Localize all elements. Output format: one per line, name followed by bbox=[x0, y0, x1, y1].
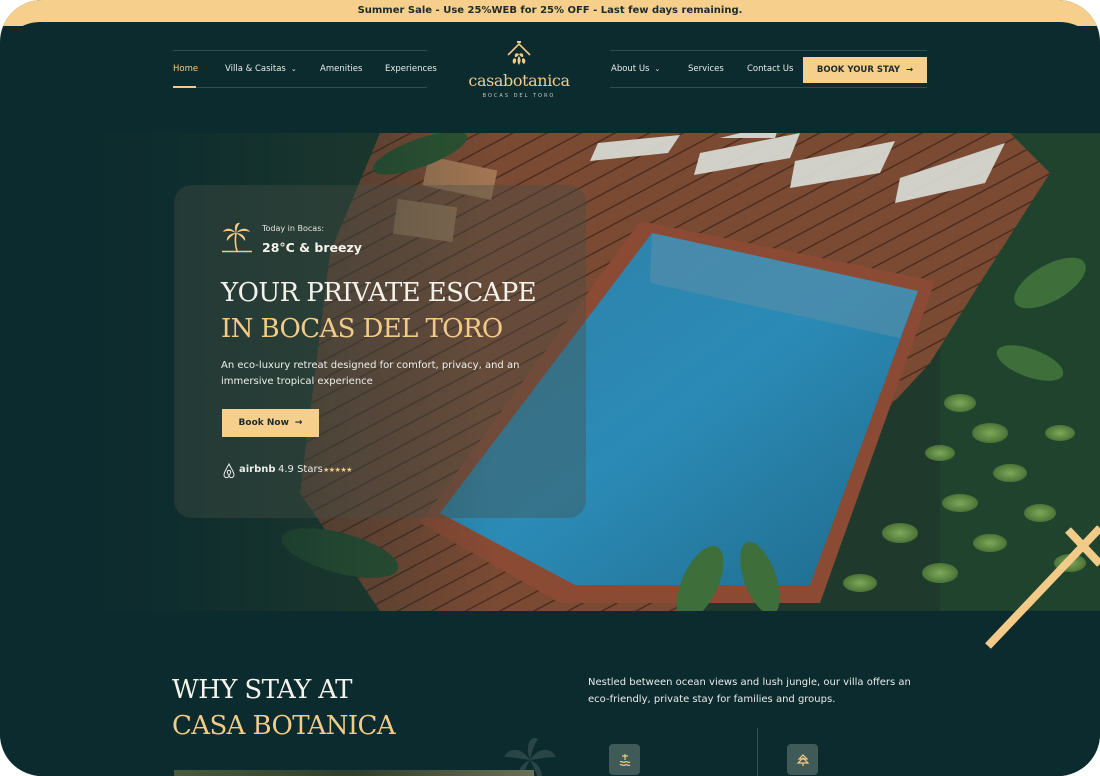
nav-about-us[interactable]: About Us ⌄ bbox=[611, 64, 660, 74]
nav-home-label: Home bbox=[173, 64, 199, 74]
site-logo[interactable]: casabotanica BOCAS DEL TORO bbox=[466, 40, 572, 100]
palm-tree-icon bbox=[222, 222, 252, 253]
page: Summer Sale - Use 25%WEB for 25% OFF - L… bbox=[0, 0, 1100, 776]
nav-amenities[interactable]: Amenities bbox=[320, 64, 362, 74]
logo-wordmark: casabotanica bbox=[468, 71, 570, 90]
logo-tagline: BOCAS DEL TORO bbox=[482, 93, 556, 99]
chevron-down-icon: ⌄ bbox=[290, 65, 297, 73]
why-title-line1: WHY STAY AT bbox=[172, 675, 352, 705]
arrow-right-icon: → bbox=[906, 65, 914, 75]
nav-active-indicator bbox=[173, 86, 196, 88]
house-leaf-logo-icon bbox=[507, 41, 531, 65]
weather-label: Today in Bocas: bbox=[262, 224, 325, 233]
nav-experiences-label: Experiences bbox=[385, 64, 437, 74]
nav-experiences[interactable]: Experiences bbox=[385, 64, 437, 74]
waves-icon bbox=[619, 753, 630, 766]
book-now-label: Book Now bbox=[238, 418, 289, 428]
airbnb-wordmark: airbnb bbox=[239, 464, 276, 475]
nav-home[interactable]: Home bbox=[173, 64, 198, 74]
book-your-stay-label: BOOK YOUR STAY bbox=[816, 65, 900, 75]
nav-villa-casitas[interactable]: Villa & Casitas ⌄ bbox=[225, 64, 297, 74]
hero-description: An eco-luxury retreat designed for comfo… bbox=[221, 360, 520, 387]
nav-services-label: Services bbox=[688, 64, 724, 74]
chevron-down-icon: ⌄ bbox=[654, 65, 661, 73]
nav-divider-bottom-left bbox=[173, 87, 427, 88]
hero-title-line2: IN BOCAS DEL TORO bbox=[221, 314, 503, 344]
tree-icon bbox=[796, 753, 809, 766]
nav-contact-us-label: Contact Us bbox=[747, 64, 794, 74]
hero-title-line1: YOUR PRIVATE ESCAPE bbox=[221, 278, 537, 308]
nav-amenities-label: Amenities bbox=[320, 64, 363, 74]
nav-divider-top-left bbox=[173, 50, 427, 51]
book-now-button[interactable]: Book Now → bbox=[222, 409, 319, 437]
why-description: Nestled between ocean views and lush jun… bbox=[588, 677, 911, 705]
weather-value: 28°C & breezy bbox=[262, 240, 362, 255]
arrow-right-icon: → bbox=[294, 418, 303, 428]
nav-divider-top-right bbox=[610, 50, 927, 51]
feature-icon bbox=[609, 744, 640, 775]
nav-about-us-label: About Us bbox=[611, 64, 650, 74]
rating-text: 4.9 Stars bbox=[278, 464, 323, 475]
feature-divider bbox=[757, 728, 758, 776]
nav-contact-us[interactable]: Contact Us bbox=[747, 64, 793, 74]
nav-services[interactable]: Services bbox=[688, 64, 724, 74]
feature-icon bbox=[787, 744, 818, 775]
nav-divider-bottom-right bbox=[610, 87, 927, 88]
rating-stars: ★★★★★ bbox=[323, 466, 352, 474]
why-title-line2: CASA BOTANICA bbox=[172, 711, 396, 741]
airbnb-icon[interactable] bbox=[222, 463, 236, 479]
book-your-stay-button[interactable]: BOOK YOUR STAY → bbox=[803, 57, 927, 83]
decorative-cross-graphic bbox=[985, 525, 1100, 649]
why-image-preview bbox=[174, 770, 534, 776]
nav-villa-casitas-label: Villa & Casitas bbox=[225, 64, 286, 74]
